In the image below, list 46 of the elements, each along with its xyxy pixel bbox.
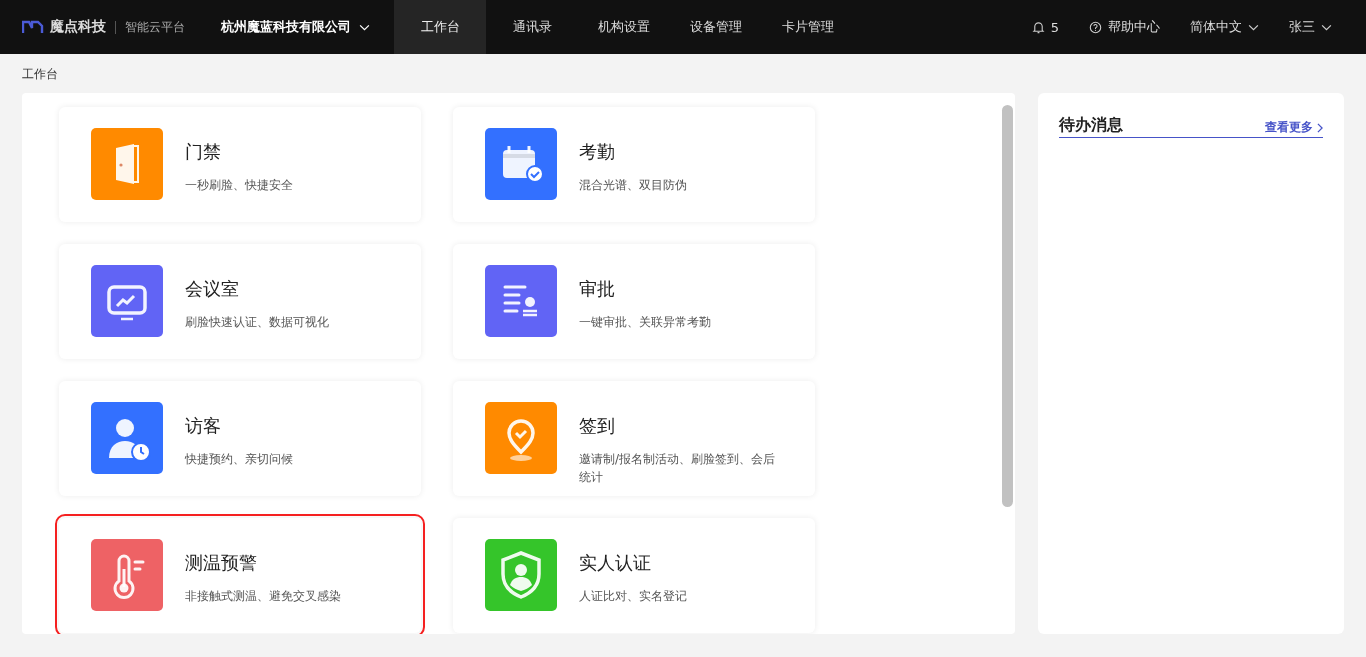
language-dropdown[interactable]: 简体中文 [1190, 0, 1259, 54]
app-description: 快捷预约、亲切问候 [185, 451, 294, 468]
chevron-right-icon [1317, 122, 1323, 133]
notification-button[interactable]: 5 [1031, 0, 1059, 54]
nav-tab[interactable]: 机构设置 [578, 0, 670, 54]
app-title: 门禁 [185, 140, 222, 164]
help-button[interactable]: 帮助中心 [1089, 0, 1160, 54]
app-description: 邀请制/报名制活动、刷脸签到、会后统计 [579, 451, 777, 486]
nav-tab[interactable]: 工作台 [394, 0, 486, 54]
scrollbar-thumb[interactable] [1002, 105, 1013, 507]
app-description: 非接触式测温、避免交叉感染 [185, 588, 342, 605]
app-card[interactable]: 访客 快捷预约、亲切问候 [59, 381, 421, 496]
app-description: 混合光谱、双目防伪 [579, 177, 688, 194]
app-title: 访客 [185, 414, 222, 438]
nav-tab[interactable]: 通讯录 [486, 0, 578, 54]
chevron-down-icon [1248, 23, 1259, 31]
nav-tab[interactable]: 卡片管理 [762, 0, 854, 54]
app-card[interactable]: 考勤 混合光谱、双目防伪 [453, 107, 815, 222]
chevron-down-icon [1321, 23, 1332, 31]
todo-title: 待办消息 [1059, 115, 1123, 136]
app-card[interactable]: 签到 邀请制/报名制活动、刷脸签到、会后统计 [453, 381, 815, 496]
app-title: 审批 [579, 277, 616, 301]
app-card[interactable]: 实人认证 人证比对、实名登记 [453, 518, 815, 633]
app-description: 一键审批、关联异常考勤 [579, 314, 712, 331]
breadcrumb: 工作台 [21, 66, 59, 83]
app-card[interactable]: 门禁 一秒刷脸、快捷安全 [59, 107, 421, 222]
platform-name: 智能云平台 [125, 18, 185, 36]
app-title: 签到 [579, 414, 616, 438]
logo-icon [22, 20, 44, 34]
app-description: 人证比对、实名登记 [579, 588, 688, 605]
app-card[interactable]: 审批 一键审批、关联异常考勤 [453, 244, 815, 359]
chevron-down-icon [359, 23, 370, 31]
nav-tab[interactable]: 设备管理 [670, 0, 762, 54]
app-title: 会议室 [185, 277, 240, 301]
view-more-link[interactable]: 查看更多 [1265, 119, 1323, 136]
help-icon [1089, 20, 1102, 34]
app-title: 测温预警 [185, 551, 258, 575]
app-card[interactable]: 会议室 刷脸快速认证、数据可视化 [59, 244, 421, 359]
bell-icon [1031, 20, 1045, 34]
app-title: 考勤 [579, 140, 616, 164]
app-description: 一秒刷脸、快捷安全 [185, 177, 294, 194]
brand-name: 魔点科技 [50, 18, 106, 36]
user-dropdown[interactable]: 张三 [1289, 0, 1332, 54]
company-dropdown[interactable]: 杭州魔蓝科技有限公司 [221, 0, 394, 54]
app-description: 刷脸快速认证、数据可视化 [185, 314, 330, 331]
app-title: 实人认证 [579, 551, 652, 575]
